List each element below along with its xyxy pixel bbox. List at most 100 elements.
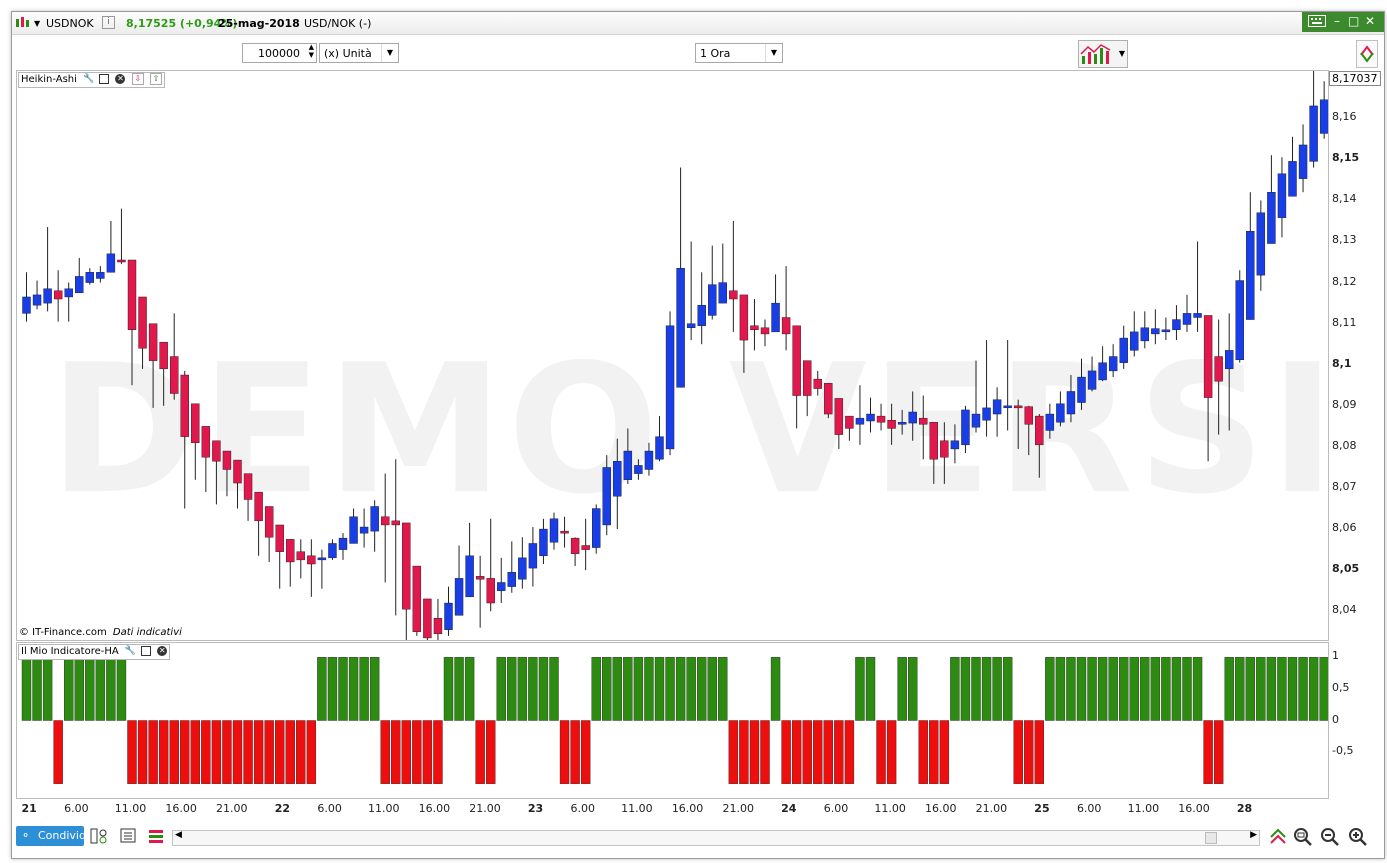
indicator-bar [464, 657, 475, 721]
timeframe-value: 1 Ora [700, 47, 731, 60]
autoscroll-icon[interactable] [1268, 827, 1288, 847]
indicator-bar [64, 657, 74, 721]
indicator-bar [32, 657, 42, 721]
candle-body [1035, 415, 1044, 446]
hour-tick-label: 16.00 [418, 802, 451, 815]
share-button[interactable]: ⚬ Condividi [16, 826, 89, 846]
candle-body [1161, 329, 1171, 333]
scroll-right-icon[interactable]: ▶ [1250, 830, 1257, 840]
candle-body [897, 422, 907, 425]
quantity-input[interactable]: 100000 ▲ ▼ [242, 43, 317, 63]
wrench-icon[interactable]: 🔧 [125, 646, 136, 656]
indicator-bar [960, 657, 971, 721]
candle-body [803, 360, 812, 396]
list-icon[interactable] [120, 827, 138, 845]
move-down-icon[interactable]: ⇩ [131, 73, 144, 85]
indicator-bar [433, 720, 443, 784]
indicator-bar [728, 720, 739, 784]
candle-body [264, 506, 274, 538]
unit-select[interactable]: (x) Unità ▼ [319, 43, 399, 63]
hour-tick-label: 11.00 [874, 802, 906, 815]
candle-body [887, 420, 896, 429]
price-tick-label: 8,1 [1332, 356, 1352, 370]
trade-icon[interactable] [1356, 40, 1378, 68]
window-icon[interactable] [141, 646, 152, 656]
candle-body [106, 253, 116, 273]
indicator-bar [369, 657, 380, 721]
candle-body [771, 302, 780, 333]
indicator-bar [348, 657, 359, 721]
hour-tick-label: 16.00 [1178, 802, 1210, 815]
indicator-bar [749, 720, 760, 784]
horizontal-scrollbar[interactable]: ◀ ▶ [172, 830, 1260, 846]
scroll-thumb[interactable] [1205, 832, 1217, 844]
drawing-tools-icon[interactable] [148, 827, 166, 845]
indicator-bar [401, 720, 411, 784]
wrench-icon[interactable]: 🔧 [83, 74, 94, 84]
move-up-icon[interactable]: ⇧ [149, 73, 162, 85]
candle-body [929, 422, 938, 460]
indicator-bar [190, 720, 201, 784]
chevron-down-icon: ▼ [1118, 49, 1125, 58]
zoom-out-icon[interactable] [1320, 827, 1340, 847]
minimize-icon[interactable]: – [1334, 14, 1340, 28]
menu-arrow-icon[interactable]: ▼ [34, 19, 40, 28]
indicator-tick-label: 0 [1332, 712, 1339, 726]
indicator-bar [1256, 657, 1266, 721]
indicator-bar [380, 720, 390, 784]
indicator-bar [644, 657, 654, 721]
candle-body [1267, 191, 1276, 244]
zoom-in-icon[interactable] [1348, 827, 1368, 847]
hour-tick-label: 11.00 [621, 802, 653, 815]
indicator-bar [897, 657, 907, 721]
window-icon[interactable] [99, 74, 110, 84]
indicator-bar [612, 657, 622, 721]
timeframe-select[interactable]: 1 Ora ▼ [695, 43, 783, 63]
zoom-fit-icon[interactable] [1293, 827, 1313, 847]
candle-body [402, 522, 411, 610]
maximize-icon[interactable]: □ [1348, 14, 1359, 28]
indicator-bar [549, 657, 559, 721]
chart-type-button[interactable]: ▼ [1078, 40, 1128, 68]
quantity-stepper[interactable]: ▲ ▼ [309, 43, 314, 59]
indicator-bar [939, 720, 950, 784]
indicator-bar [127, 720, 137, 784]
info-icon[interactable]: i [102, 16, 115, 29]
day-tick-label: 21 [21, 802, 37, 815]
toolbar: 100000 ▲ ▼ (x) Unità ▼ 1 Ora ▼ ▼ [12, 36, 1384, 70]
indicator-bar [253, 720, 264, 784]
candle-body [254, 491, 263, 522]
share-icon: ⚬ [21, 829, 31, 842]
candle-body [212, 440, 221, 462]
close-icon[interactable]: ✕ [1365, 14, 1375, 28]
scroll-left-icon[interactable]: ◀ [175, 830, 182, 840]
indicator-bar [95, 657, 106, 721]
candlestick-menu-icon[interactable] [15, 16, 31, 29]
chevron-down-icon: ▼ [381, 44, 398, 62]
candle-body [349, 516, 358, 544]
close-circle-icon[interactable]: ✕ [157, 646, 168, 656]
candle-body [1119, 337, 1128, 363]
indicator-bar [1140, 657, 1150, 721]
indicator-bar [180, 720, 190, 784]
time-axis: 21 6.00 11.00 16.00 21.00 22 6.00 11.00 16.00 21.… [16, 800, 1327, 820]
indicator-bar [633, 657, 644, 721]
candle-body [412, 565, 422, 632]
indicator-bar [1161, 657, 1171, 721]
indicator-pane[interactable]: Il Mio Indicatore-HA 🔧 ✕ [16, 642, 1329, 799]
keyboard-icon[interactable] [1308, 15, 1326, 30]
price-pane[interactable]: DEMO VERSION Heikin-Ashi 🔧 ✕ ⇩ ⇧ © IT-Fi… [16, 70, 1329, 641]
close-circle-icon[interactable]: ✕ [115, 74, 126, 84]
hour-tick-label: 21.00 [975, 802, 1008, 815]
indicator-bar [21, 657, 32, 721]
indicator-bar [781, 720, 791, 784]
indicator-bar [770, 657, 781, 721]
candle-body [381, 516, 390, 526]
candle-body [613, 461, 622, 497]
indicator-bar [1045, 657, 1055, 721]
hour-tick-label: 11.00 [367, 802, 400, 815]
candle-body [191, 403, 200, 444]
candle-body [1172, 319, 1181, 331]
candle-body [96, 272, 105, 279]
indicators-icon[interactable] [90, 827, 110, 845]
